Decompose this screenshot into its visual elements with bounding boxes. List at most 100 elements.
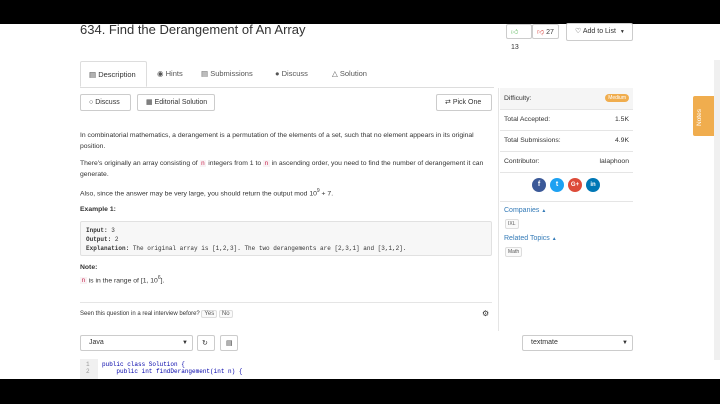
pick-one-label: Pick One	[452, 99, 482, 106]
description-paragraph-1: In combinatorial mathematics, a derangem…	[80, 132, 474, 150]
tab-label: Discuss	[281, 69, 308, 78]
theme-select[interactable]: textmate ▼	[522, 335, 633, 351]
accepted-value: 1.5K	[615, 116, 629, 123]
reset-code-button[interactable]: ↻	[197, 335, 215, 351]
upvote-count: 13	[511, 44, 519, 51]
related-topics-toggle[interactable]: Related Topics ▲	[504, 235, 557, 242]
code-editor[interactable]: 1 2 public class Solution { public int f…	[80, 359, 633, 379]
discuss-label: Discuss	[95, 99, 120, 106]
bottom-black-bar	[0, 379, 720, 404]
submissions-value: 4.9K	[615, 137, 629, 144]
chevron-down-icon: ▼	[619, 29, 625, 35]
text: + 7.	[319, 190, 334, 198]
thumbs-up-icon: 👍︎	[511, 29, 519, 36]
sidebar-contributor: Contributor: lalaphoon	[500, 151, 633, 173]
tab-label: Submissions	[210, 69, 253, 78]
file-button[interactable]: ▤	[220, 335, 238, 351]
sidebar-total-accepted: Total Accepted: 1.5K	[500, 109, 633, 131]
downvote-button[interactable]: 👎︎ 27	[532, 24, 559, 39]
add-to-list-button[interactable]: ♡ Add to List ▼	[566, 23, 633, 41]
divider	[500, 201, 633, 202]
comment-icon: ○	[89, 99, 94, 106]
twitter-share-icon[interactable]: t	[550, 178, 564, 192]
text: integers from 1 to	[208, 160, 262, 167]
contributor-label: Contributor:	[504, 158, 540, 165]
flask-icon: △	[332, 69, 338, 78]
interview-no-button[interactable]: No	[218, 310, 233, 318]
sidebar-divider	[498, 88, 499, 331]
text: ].	[160, 277, 165, 285]
value: 2	[111, 236, 119, 243]
tab-discuss[interactable]: ● Discuss	[275, 61, 308, 87]
description-paragraph-3: Also, since the answer may be very large…	[80, 186, 492, 199]
value: 3	[107, 227, 115, 234]
code-line: public class Solution {	[102, 361, 185, 368]
lightbulb-icon: ◉	[157, 69, 164, 78]
top-black-bar	[0, 0, 720, 24]
inline-code: n	[80, 277, 87, 285]
caret-down-icon: ▼	[182, 340, 188, 346]
example-code-block: Input: 3 Output: 2 Explanation: The orig…	[80, 221, 492, 256]
interview-question-text: Seen this question in a real interview b…	[80, 311, 200, 317]
code-line: public int findDerangement(int n) {	[102, 368, 243, 375]
language-select[interactable]: Java ▼	[80, 335, 193, 351]
inline-code: n	[263, 160, 270, 167]
editorial-label: Editorial Solution	[154, 99, 208, 106]
notes-tab[interactable]: Notes	[693, 96, 714, 136]
tab-label: Solution	[339, 69, 367, 78]
book-icon: ▦	[146, 99, 153, 106]
thumbs-down-icon: 👎︎	[537, 29, 545, 36]
file-icon: ▤	[226, 340, 233, 347]
company-tag[interactable]: IXL	[505, 219, 519, 229]
caret-down-icon: ▼	[622, 340, 628, 346]
submissions-label: Total Submissions:	[504, 137, 561, 144]
note-title: Note:	[80, 264, 98, 271]
shuffle-icon: ⇄	[445, 99, 451, 106]
accepted-label: Total Accepted:	[504, 116, 551, 123]
tab-submissions[interactable]: ▤ Submissions	[201, 61, 253, 87]
description-paragraph-2: There's originally an array consisting o…	[80, 158, 492, 180]
interview-yes-button[interactable]: Yes	[201, 310, 218, 318]
sidebar-total-submissions: Total Submissions: 4.9K	[500, 130, 633, 152]
topic-tag[interactable]: Math	[505, 247, 523, 257]
problem-tabs: ▤ Description ◉ Hints ▤ Submissions ● Di…	[80, 61, 494, 88]
pick-one-button[interactable]: ⇄ Pick One	[436, 94, 492, 111]
theme-value: textmate	[531, 339, 558, 346]
inline-code: n	[199, 160, 207, 167]
label: Input:	[86, 227, 108, 234]
difficulty-badge: Medium	[605, 94, 629, 102]
heart-icon: ♡	[575, 28, 582, 35]
label: Explanation:	[86, 245, 130, 252]
editorial-solution-button[interactable]: ▦ Editorial Solution	[137, 94, 215, 111]
linkedin-share-icon[interactable]: in	[586, 178, 600, 192]
comments-icon: ●	[275, 69, 280, 78]
text: is in the range of [1, 10	[88, 277, 158, 285]
language-value: Java	[89, 339, 104, 346]
scrollbar[interactable]	[714, 60, 720, 360]
facebook-share-icon[interactable]: f	[532, 178, 546, 192]
tab-description[interactable]: ▤ Description	[80, 61, 147, 87]
label: Output:	[86, 236, 112, 243]
settings-gear-icon[interactable]: ⚙	[482, 309, 489, 318]
note-text: n is in the range of [1, 106].	[80, 273, 492, 286]
add-to-list-label: Add to List	[582, 28, 616, 35]
text: There's originally an array consisting o…	[80, 160, 198, 167]
topics-label: Related Topics	[504, 235, 550, 242]
contributor-link[interactable]: lalaphoon	[600, 151, 629, 172]
value: The original array is [1,2,3]. The two d…	[129, 245, 407, 252]
tab-hints[interactable]: ◉ Hints	[157, 61, 183, 87]
discuss-button[interactable]: ○ Discuss	[80, 94, 131, 111]
example-title: Example 1:	[80, 206, 116, 213]
caret-up-icon: ▲	[551, 236, 557, 242]
sidebar-difficulty: Difficulty: Medium	[500, 88, 633, 110]
companies-toggle[interactable]: Companies ▲	[504, 207, 546, 214]
notes-label: Notes	[696, 109, 703, 126]
list-icon: ▤	[89, 70, 97, 79]
divider	[80, 302, 492, 303]
tab-solution[interactable]: △ Solution	[332, 61, 367, 87]
google-plus-share-icon[interactable]: G+	[568, 178, 582, 192]
upvote-button[interactable]: 👍︎ 13	[506, 24, 532, 51]
text: Also, since the answer may be very large…	[80, 190, 317, 198]
document-icon: ▤	[201, 69, 209, 78]
problem-title: 634. Find the Derangement of An Array	[80, 22, 306, 37]
